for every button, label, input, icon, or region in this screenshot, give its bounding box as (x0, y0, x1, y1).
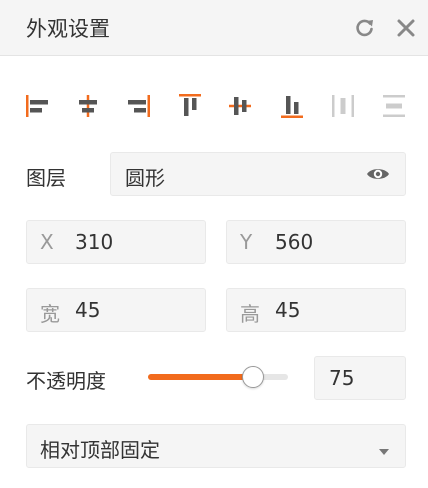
layer-label: 图层 (26, 166, 66, 190)
height-field[interactable]: 高 45 (226, 288, 406, 332)
height-label: 高 (240, 302, 260, 326)
width-value: 45 (75, 298, 101, 322)
anchor-selected-value: 相对顶部固定 (40, 438, 160, 462)
layer-field[interactable]: 圆形 (110, 152, 406, 196)
y-value: 560 (275, 230, 314, 254)
panel-header: 外观设置 (0, 0, 428, 56)
align-center-vertical-icon[interactable] (224, 90, 256, 122)
opacity-input[interactable]: 75 (314, 356, 406, 400)
x-label: X (40, 230, 54, 254)
opacity-slider-thumb[interactable] (242, 366, 264, 388)
align-center-horizontal-icon[interactable] (72, 90, 104, 122)
eye-icon[interactable] (365, 163, 391, 185)
x-value: 310 (75, 230, 114, 254)
width-field[interactable]: 宽 45 (26, 288, 206, 332)
caret-down-icon (377, 442, 391, 455)
opacity-value: 75 (329, 366, 355, 390)
opacity-slider-fill (148, 374, 253, 380)
align-left-icon[interactable] (22, 90, 54, 122)
align-top-icon[interactable] (174, 90, 206, 122)
y-field[interactable]: Y 560 (226, 220, 406, 264)
align-right-icon[interactable] (122, 90, 154, 122)
panel-title: 外观设置 (26, 17, 110, 41)
align-bottom-icon[interactable] (276, 90, 308, 122)
layer-name: 圆形 (125, 166, 165, 190)
width-label: 宽 (40, 302, 60, 326)
distribute-horizontal-icon[interactable] (327, 90, 359, 122)
distribute-vertical-icon[interactable] (378, 90, 410, 122)
x-field[interactable]: X 310 (26, 220, 206, 264)
opacity-label: 不透明度 (26, 369, 106, 393)
height-value: 45 (275, 298, 301, 322)
y-label: Y (240, 230, 253, 254)
opacity-slider-track[interactable] (148, 374, 288, 380)
anchor-select[interactable]: 相对顶部固定 (26, 424, 406, 468)
refresh-icon[interactable] (351, 14, 379, 42)
alignment-toolbar (0, 84, 428, 128)
close-icon[interactable] (392, 14, 420, 42)
